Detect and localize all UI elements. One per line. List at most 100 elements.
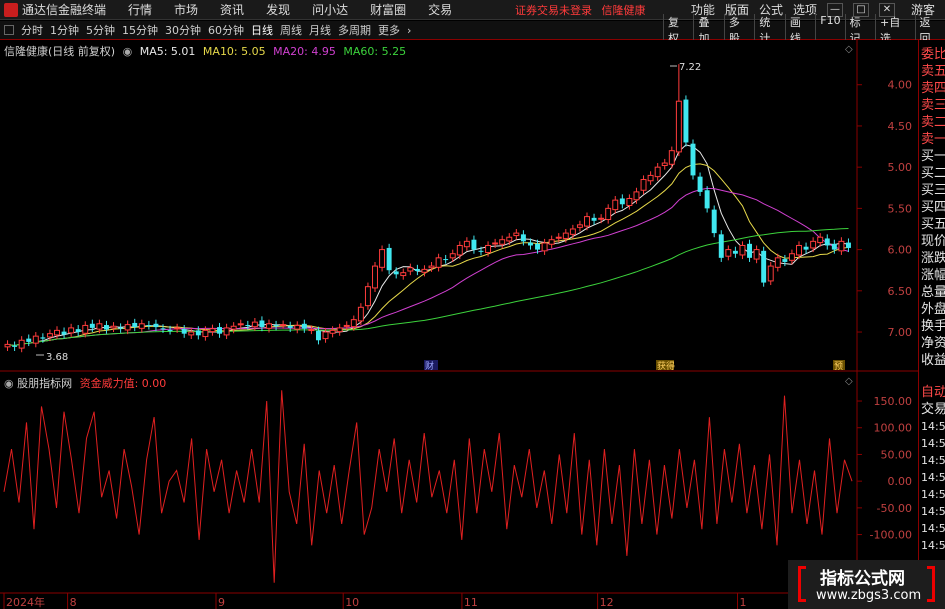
main-y-tick-label: 4.50 [888,120,913,133]
event-marker-huode[interactable]: 获得 [657,360,675,372]
candle-body-up [209,328,216,333]
menu-shichang[interactable]: 市场 [174,1,198,18]
candle-body-down [683,99,689,143]
candle-body-up [82,324,89,334]
menu-wenxiaoda[interactable]: 问小达 [312,1,348,18]
period-weekly[interactable]: 周线 [280,22,302,38]
candle-body-down [471,239,477,250]
period-more[interactable]: 更多 [378,22,400,38]
candle-body-down [747,243,753,258]
candle-body-up [202,329,209,338]
candle-body-down [259,320,265,328]
sidebar-trade-label[interactable]: 交易 [921,401,945,418]
candle-body-down [181,329,187,334]
candle-body-down [393,271,399,275]
candle-body-down [535,243,541,250]
sidebar-quote-fields: 委比 卖五 卖四 卖三 卖二 卖一 买一 买二 买三 买四 买五 现价 涨跌 涨幅 总量 外盘 换手 净资 收益 [921,46,945,369]
candle-body-up [336,327,343,333]
indicator-y-tick-label: -100.00 [870,529,912,542]
period-daily[interactable]: 日线 [251,22,273,38]
candle-body-up [435,257,442,268]
sidebar-tick-time: 14:56 [921,539,945,552]
candle-body-up [661,162,668,167]
sidebar-field: 卖三 [921,98,945,113]
period-multi[interactable]: 多周期 [338,22,371,38]
ma60-label: MA60: 5.25 [343,45,407,58]
sidebar-field: 净资 [921,336,945,351]
period-30min[interactable]: 30分钟 [165,22,201,38]
sidebar-tick-time: 14:56 [921,488,945,501]
kline-chart[interactable]: 7.006.506.005.505.004.504.00 150.00100.0… [0,40,918,609]
indicator-toggle-icon[interactable]: ◉ [4,377,14,390]
candle-body-up [407,267,414,272]
candle-body-up [838,240,845,252]
candle-body-down [718,234,724,258]
diamond-icon-indicator[interactable]: ◇ [845,376,853,387]
panel-toggle-icon[interactable] [4,25,14,35]
candle-body-up [54,329,60,336]
menu-zixun[interactable]: 资讯 [220,1,244,18]
sidebar-field: 买一 [921,149,945,164]
candle-body-up [308,329,315,332]
candle-body-up [541,242,548,252]
sidebar-field: 涨跌 [921,251,945,266]
candle-body-down [711,209,717,234]
candle-body-down [167,329,173,331]
event-marker-cai[interactable]: 财 [425,360,434,372]
sidebar-tick-time: 14:56 [921,454,945,467]
candle-body-down [414,268,420,272]
candle-body-up [230,325,237,330]
sidebar-field: 收益 [921,353,945,368]
candle-body-up [810,240,817,249]
candle-body-up [294,324,301,330]
sidebar-tick-time: 14:56 [921,420,945,433]
candle-body-up [188,331,195,336]
sidebar-trade-label[interactable]: 自动 [921,384,945,401]
candle-body-down [153,323,159,328]
candle-body-down [160,328,166,330]
period-fenshi[interactable]: 分时 [21,22,43,38]
indicator-name[interactable]: 股朋指标网 [17,377,72,390]
menu-jiaoyi[interactable]: 交易 [428,1,452,18]
diamond-icon[interactable]: ◇ [845,44,853,55]
main-y-tick-label: 5.00 [888,161,913,174]
watermark-bracket-left [798,566,806,602]
sidebar-field: 卖一 [921,132,945,147]
candle-body-up [237,323,244,326]
stock-name: 信隆健康 [601,3,646,17]
period-monthly[interactable]: 月线 [309,22,331,38]
candle-body-down [591,217,597,221]
candle-body-up [463,240,470,248]
app-name: 通达信金融终端 [22,3,107,17]
menu-faxian[interactable]: 发现 [266,1,290,18]
candle-body-up [428,265,435,269]
event-marker-yu[interactable]: 预 [834,361,843,372]
candle-body-down [443,259,449,261]
period-5min[interactable]: 5分钟 [86,22,115,38]
period-15min[interactable]: 15分钟 [122,22,158,38]
period-60min[interactable]: 60分钟 [208,22,244,38]
menu-caifuquan[interactable]: 财富圈 [370,1,406,18]
period-1min[interactable]: 1分钟 [50,22,79,38]
menu-hangqing[interactable]: 行情 [128,1,152,18]
settings-circle-icon[interactable]: ◉ [123,45,133,58]
candle-body-down [118,327,124,329]
candle-body-up [68,327,75,334]
indicator-y-tick-label: 150.00 [874,395,913,408]
sidebar-trade-ticks: 自动交易 14:56 14:56 14:56 14:56 14:56 14:56 14:56 1… [921,384,945,554]
candle-body-down [527,242,533,246]
candle-body-up [633,191,640,201]
chevron-right-icon[interactable]: › [407,24,411,37]
candle-body-up [817,236,824,244]
indicator-y-tick-label: 50.00 [881,448,913,461]
x-tick-label: 2024年 [6,595,45,609]
main-y-tick-label: 6.00 [888,244,913,257]
candle-body-down [520,234,526,242]
sidebar-field: 买四 [921,200,945,215]
candle-body-down [12,345,18,347]
sidebar-field: 买三 [921,183,945,198]
candle-body-up [372,265,378,289]
sidebar-field: 卖四 [921,81,945,96]
candle-body-up [400,272,407,277]
candle-body-up [329,329,336,334]
